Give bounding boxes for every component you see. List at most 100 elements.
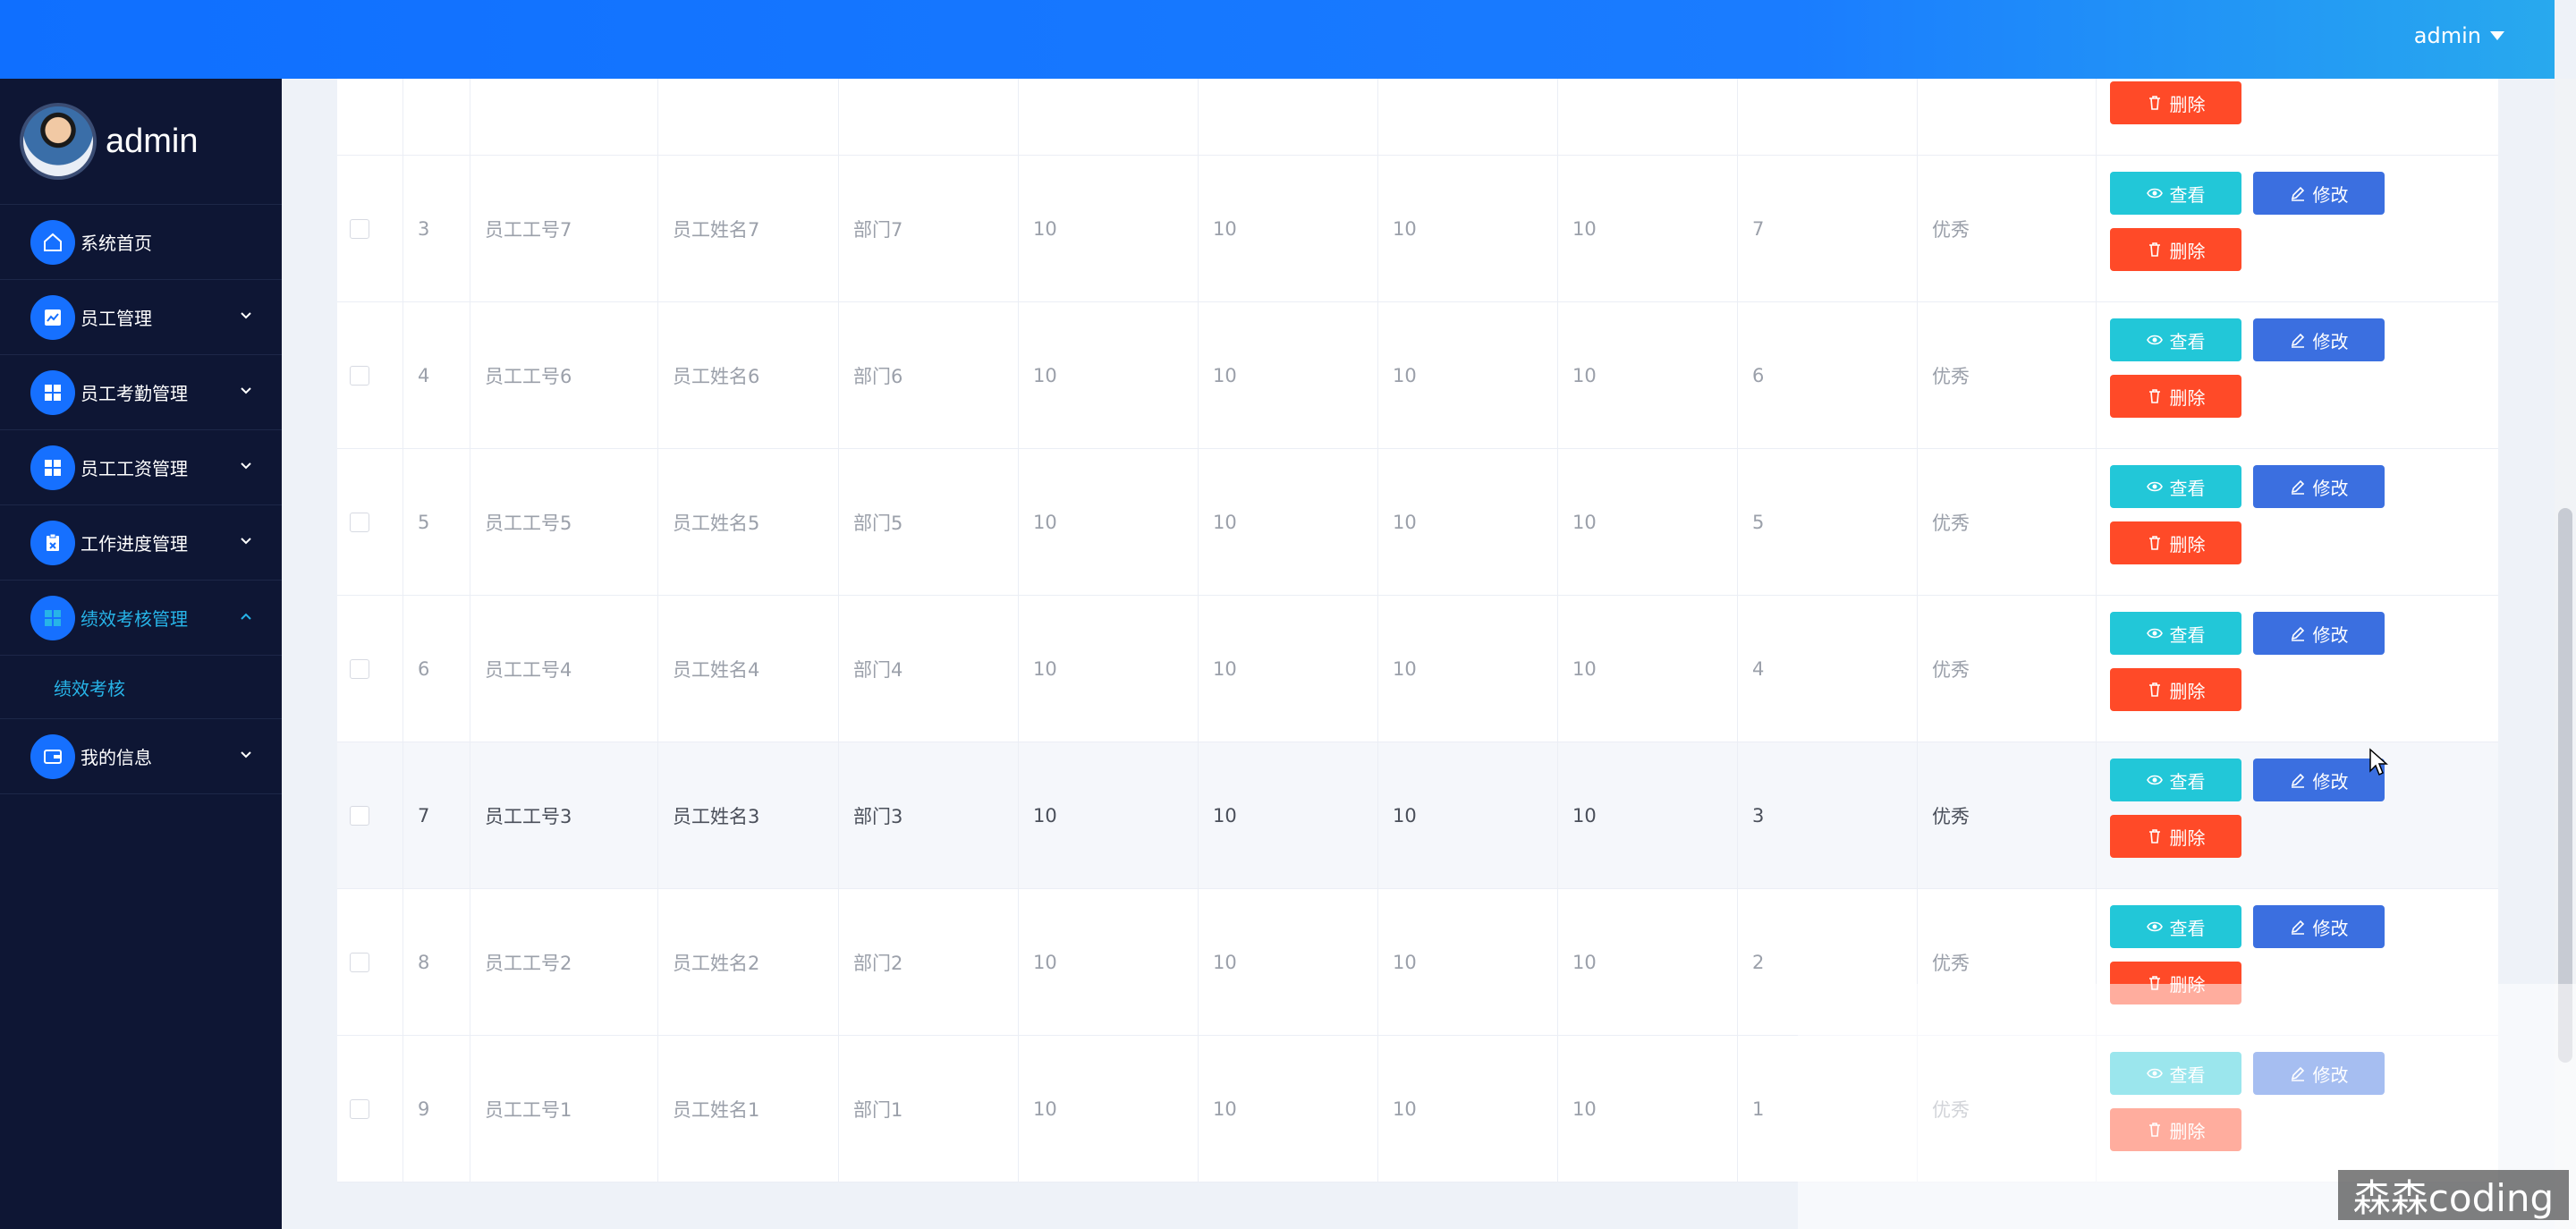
score-3: 10 (1378, 596, 1558, 742)
row-checkbox[interactable] (350, 658, 369, 679)
row-checkbox-cell (337, 596, 403, 742)
score-2: 10 (1199, 156, 1378, 301)
row-index: 7 (403, 742, 470, 888)
edit-icon (2291, 479, 2304, 495)
view-button[interactable]: 查看 (2110, 612, 2241, 655)
trash-icon (2148, 389, 2160, 403)
edit-button[interactable]: 修改 (2253, 759, 2385, 801)
score-4: 10 (1558, 742, 1738, 888)
score-4: 10 (1558, 889, 1738, 1035)
actions-cell: 查看 修改 删除 (2097, 156, 2498, 301)
profile-name: admin (106, 122, 199, 160)
row-index: 8 (403, 889, 470, 1035)
actions-cell: 查看 修改 删除 (2097, 596, 2498, 742)
edit-button[interactable]: 修改 (2253, 172, 2385, 215)
chevron-down-icon (241, 312, 251, 319)
score-3: 10 (1378, 889, 1558, 1035)
department: 部门2 (839, 889, 1019, 1035)
edit-icon (2291, 920, 2304, 935)
employee-no: 员工工号2 (470, 889, 658, 1035)
employee-no: 员工工号5 (470, 449, 658, 595)
table-row: 7 员工工号3 员工姓名3 部门3 10 10 10 10 3 优秀 查看 修改… (337, 742, 2498, 889)
edit-button[interactable]: 修改 (2253, 612, 2385, 655)
delete-button[interactable]: 删除 (2110, 521, 2241, 564)
delete-button[interactable]: 删除 (2110, 228, 2241, 271)
clipboard-icon (30, 520, 75, 565)
view-label: 查看 (2169, 479, 2206, 499)
row-checkbox[interactable] (350, 365, 369, 386)
employee-no: 员工工号4 (470, 596, 658, 742)
table-row: 4 员工工号6 员工姓名6 部门6 10 10 10 10 6 优秀 查看 修改… (337, 302, 2498, 449)
view-button[interactable]: 查看 (2110, 465, 2241, 508)
view-button[interactable]: 查看 (2110, 905, 2241, 948)
grid-icon (30, 445, 75, 490)
scrollbar-thumb[interactable] (2558, 508, 2572, 1063)
score-2: 10 (1199, 742, 1378, 888)
row-checkbox[interactable] (350, 952, 369, 972)
employee-name: 员工姓名4 (658, 596, 839, 742)
wallet-icon (30, 733, 75, 779)
sidebar-item-employee[interactable]: 员工管理 (0, 280, 282, 355)
grade: 优秀 (1918, 596, 2097, 742)
trash-icon (2148, 242, 2160, 257)
row-checkbox[interactable] (350, 512, 369, 532)
sidebar-subitem-performance-review[interactable]: 绩效考核 (0, 656, 282, 719)
sidebar-item-performance[interactable]: 绩效考核管理 (0, 581, 282, 656)
actions-cell: 查看 修改 删除 (2097, 449, 2498, 595)
score-2: 10 (1199, 889, 1378, 1035)
employee-no: 员工工号7 (470, 156, 658, 301)
eye-icon (2146, 628, 2163, 639)
score-5: 4 (1738, 596, 1918, 742)
row-checkbox[interactable] (350, 1098, 369, 1119)
row-checkbox[interactable] (350, 805, 369, 826)
score-4: 10 (1558, 449, 1738, 595)
edit-button[interactable]: 修改 (2253, 465, 2385, 508)
grid-icon (30, 369, 75, 415)
score-3: 10 (1378, 156, 1558, 301)
score-2: 10 (1199, 449, 1378, 595)
sidebar-item-home[interactable]: 系统首页 (0, 205, 282, 280)
row-checkbox[interactable] (350, 218, 369, 239)
view-button[interactable]: 查看 (2110, 172, 2241, 215)
caret-down-icon (2490, 31, 2504, 40)
edit-icon (2291, 186, 2304, 201)
eye-icon (2146, 921, 2163, 932)
department: 部门1 (839, 1036, 1019, 1182)
delete-button[interactable]: 删除 (2110, 668, 2241, 711)
sidebar-item-attendance[interactable]: 员工考勤管理 (0, 355, 282, 430)
delete-button[interactable]: 删除 (2110, 375, 2241, 418)
employee-name: 员工姓名5 (658, 449, 839, 595)
sidebar-item-salary[interactable]: 员工工资管理 (0, 430, 282, 505)
score-3: 10 (1378, 449, 1558, 595)
edit-label: 修改 (2312, 625, 2349, 646)
delete-label: 删除 (2169, 95, 2206, 115)
department: 部门3 (839, 742, 1019, 888)
employee-no: 员工工号3 (470, 742, 658, 888)
score-5: 3 (1738, 742, 1918, 888)
delete-button[interactable]: 删除 (2110, 81, 2241, 124)
mouse-cursor-icon (2369, 748, 2388, 776)
trash-icon (2148, 96, 2160, 110)
view-label: 查看 (2169, 919, 2206, 939)
row-index: 3 (403, 156, 470, 301)
score-3: 10 (1378, 302, 1558, 448)
sidebar-item-progress[interactable]: 工作进度管理 (0, 505, 282, 581)
edit-button[interactable]: 修改 (2253, 905, 2385, 948)
eye-icon (2146, 481, 2163, 492)
edit-button[interactable]: 修改 (2253, 318, 2385, 361)
view-button[interactable]: 查看 (2110, 759, 2241, 801)
view-button[interactable]: 查看 (2110, 318, 2241, 361)
score-1: 10 (1019, 156, 1199, 301)
sidebar-item-label: 员工管理 (80, 308, 152, 329)
chevron-down-icon (241, 462, 251, 470)
eye-icon (2146, 775, 2163, 785)
delete-button[interactable]: 删除 (2110, 815, 2241, 858)
user-label: admin (2413, 23, 2481, 48)
user-dropdown[interactable]: admin (2414, 23, 2504, 48)
sidebar-item-my-info[interactable]: 我的信息 (0, 719, 282, 794)
score-4: 10 (1558, 596, 1738, 742)
row-checkbox-cell (337, 156, 403, 301)
trash-icon (2148, 829, 2160, 843)
score-1: 10 (1019, 1036, 1199, 1182)
avatar (20, 103, 97, 180)
